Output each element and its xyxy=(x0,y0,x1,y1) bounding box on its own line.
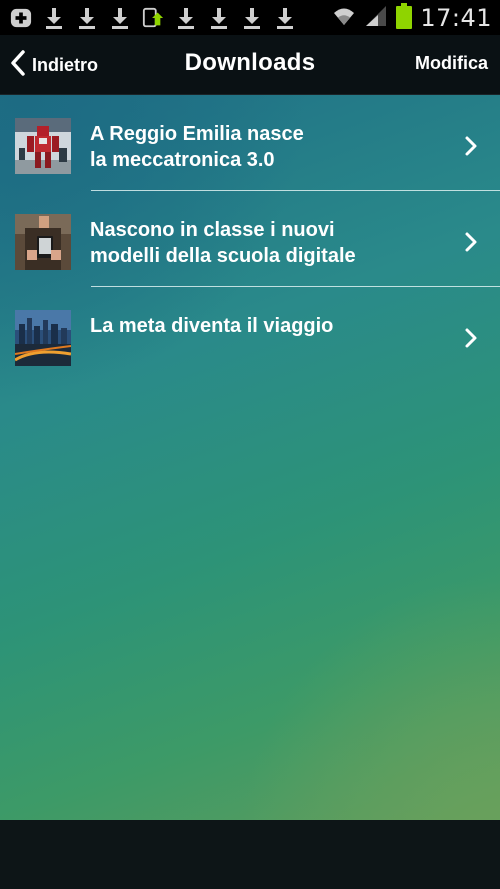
chevron-left-icon xyxy=(10,50,26,80)
download-item[interactable]: La meta diventa il viaggio xyxy=(0,287,500,383)
download-icon xyxy=(43,6,65,30)
download-item-title: A Reggio Emilia nasce la meccatronica 3.… xyxy=(90,123,304,171)
battery-icon xyxy=(396,2,413,33)
downloads-list: A Reggio Emilia nasce la meccatronica 3.… xyxy=(0,95,500,383)
bottom-bar xyxy=(0,820,500,889)
status-indicators: 17:41 xyxy=(332,0,492,35)
chevron-right-icon xyxy=(462,135,480,157)
status-bar: 17:41 xyxy=(0,0,500,35)
download-icon xyxy=(76,6,98,30)
download-item-title: La meta diventa il viaggio xyxy=(90,315,334,337)
signal-icon xyxy=(364,5,388,31)
notification-icons xyxy=(0,0,296,35)
download-icon xyxy=(175,6,197,30)
download-icon xyxy=(241,6,263,30)
download-item[interactable]: Nascono in classe i nuovi modelli della … xyxy=(0,191,500,287)
wifi-icon xyxy=(332,5,356,31)
robot-thumbnail xyxy=(15,118,71,174)
status-time: 17:41 xyxy=(420,3,492,32)
chevron-right-icon xyxy=(462,327,480,349)
download-icon xyxy=(274,6,296,30)
back-button[interactable]: Indietro xyxy=(10,50,98,80)
download-item[interactable]: A Reggio Emilia nasce la meccatronica 3.… xyxy=(0,95,500,191)
tablet-thumbnail xyxy=(15,214,71,270)
download-icon xyxy=(109,6,131,30)
edit-button[interactable]: Modifica xyxy=(415,53,488,74)
download-icon xyxy=(208,6,230,30)
navigation-header: Indietro Downloads Modifica xyxy=(0,35,500,95)
screen-update-icon xyxy=(142,6,164,30)
back-label: Indietro xyxy=(32,54,98,75)
chevron-right-icon xyxy=(462,231,480,253)
city-thumbnail xyxy=(15,310,71,366)
add-box-icon xyxy=(10,6,32,30)
downloads-list-area: A Reggio Emilia nasce la meccatronica 3.… xyxy=(0,95,500,820)
download-item-title: Nascono in classe i nuovi modelli della … xyxy=(90,219,356,267)
